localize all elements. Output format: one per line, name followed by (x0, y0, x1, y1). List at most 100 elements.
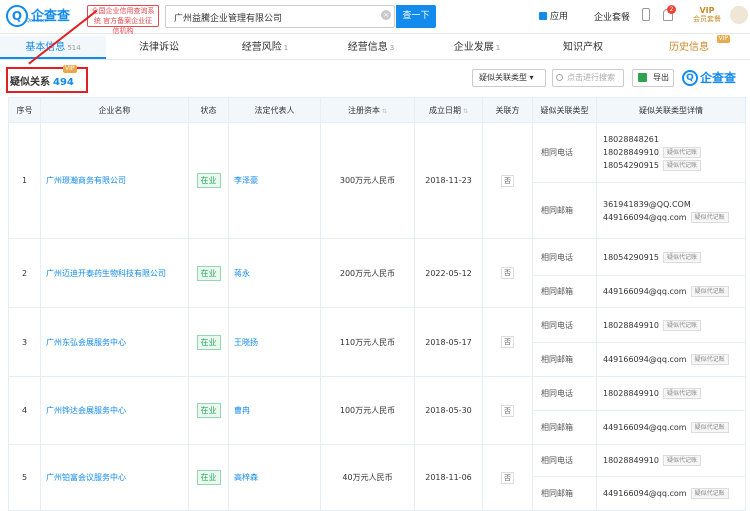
company-link[interactable]: 广州东弘会展服务中心 (40, 307, 189, 377)
tab-count: 1 (283, 44, 289, 52)
legal-rep-link[interactable]: 曹冉 (228, 376, 321, 445)
relations-table: 序号 企业名称 状态 法定代表人 注册资本 ⇅ 成立日期 ⇅ 关联方 疑似关联类型 … (8, 97, 746, 511)
tab-label: 企业发展 (453, 42, 494, 53)
cell-date: 2018-11-06 (414, 444, 483, 511)
legal-rep-link[interactable]: 蒋永 (228, 238, 321, 308)
accounting-agent-tag: 疑似代记账 (663, 455, 702, 466)
detail-value: 18028848261 (603, 135, 659, 144)
cell-status: 在业 (188, 376, 229, 445)
col-status: 状态 (188, 97, 229, 123)
detail-item: 18054290915 疑似代记账 (603, 159, 739, 172)
col-no: 序号 (8, 97, 41, 123)
tab-label: 经营风险 (241, 42, 282, 53)
legal-rep-link[interactable]: 高梓森 (228, 444, 321, 511)
detail-item: 449166094@qq.com 疑似代记账 (603, 487, 739, 500)
tab-label: 经营信息 (347, 42, 388, 53)
detail-item: 18028848261 (603, 133, 739, 146)
tab-history[interactable]: 历史信息 VIP (636, 35, 742, 59)
accounting-agent-tag: 疑似代记账 (690, 286, 729, 297)
detail-value: 449166094@qq.com (603, 423, 687, 432)
detail-item: 18054290915 疑似代记账 (603, 251, 739, 264)
notification-badge: 2 (667, 5, 676, 14)
company-link[interactable]: 广州迈迪开泰药生物科技有限公司 (40, 238, 189, 308)
grid-icon (539, 11, 547, 20)
company-link[interactable]: 广州铧达会展服务中心 (40, 376, 189, 445)
sort-icon[interactable]: ⇅ (463, 108, 468, 115)
cell-rel-detail: 18028849910 疑似代记账 (596, 376, 746, 411)
vip-sub: 会员套餐 (693, 15, 721, 23)
enterprise-package-link[interactable]: 企业套餐 (594, 10, 630, 23)
vip-button[interactable]: VIP 会员套餐 (690, 6, 724, 28)
relation-type-filter[interactable]: 疑似关联类型 ▾ (472, 69, 546, 87)
detail-value: 361941839@QQ.COM (603, 199, 691, 209)
detail-item: 18028849910 疑似代记账 (603, 146, 739, 159)
cell-date: 2018-05-17 (414, 307, 483, 377)
col-rel-detail: 疑似关联类型详情 (596, 97, 746, 123)
detail-item: 18028849910 疑似代记账 (603, 387, 739, 400)
col-label: 成立日期 (428, 105, 461, 115)
cell-capital: 300万元人民币 (320, 122, 415, 239)
status-badge: 在业 (196, 334, 221, 350)
related-badge: 否 (501, 267, 514, 279)
tab-risk[interactable]: 经营风险 1 (212, 36, 318, 59)
apps-menu[interactable]: 应用 (539, 9, 568, 22)
table-header-row: 序号 企业名称 状态 法定代表人 注册资本 ⇅ 成立日期 ⇅ 关联方 疑似关联类型 … (8, 97, 746, 123)
search-button[interactable]: 查一下 (396, 5, 436, 28)
cell-no: 2 (8, 238, 41, 308)
legal-rep-link[interactable]: 李泽豪 (228, 122, 321, 239)
logo-subtitle: Qcc.com (26, 18, 48, 24)
top-bar: Q 企查查 Qcc.com 全国企业信用查询系统 官方备案企业征信机构 广州益騰… (0, 0, 750, 35)
sort-icon[interactable]: ⇅ (382, 108, 387, 115)
detail-value: 18054290915 (603, 161, 659, 170)
tab-label: 历史信息 (669, 42, 709, 53)
detail-value: 449166094@qq.com (603, 212, 687, 222)
detail-value: 18054290915 (603, 252, 659, 262)
detail-value: 18028849910 (603, 320, 659, 330)
cell-related: 否 (482, 307, 533, 377)
avatar[interactable] (730, 6, 748, 24)
logo-icon: Q (682, 69, 698, 86)
company-link[interactable]: 广州铂富会议服务中心 (40, 444, 189, 511)
table-row: 1 广州璟瀚商务有限公司 在业 李泽豪 300万元人民币 2018-11-23 否 相同电话 1… (8, 122, 746, 239)
company-link[interactable]: 广州璟瀚商务有限公司 (40, 122, 189, 239)
section-count: 494 (53, 77, 74, 88)
detail-item: 449166094@qq.com 疑似代记账 (603, 211, 739, 224)
status-badge: 在业 (196, 265, 221, 281)
col-date: 成立日期 ⇅ (414, 97, 483, 123)
cell-rel-detail: 449166094@qq.com 疑似代记账 (596, 275, 746, 308)
tab-count: 1 (495, 44, 501, 52)
accounting-agent-tag: 疑似代记账 (690, 422, 729, 433)
detail-item: 18028849910 疑似代记账 (603, 319, 739, 332)
tab-ip[interactable]: 知识产权 (530, 36, 636, 59)
cell-status: 在业 (188, 238, 229, 308)
detail-value: 18028849910 (603, 389, 659, 398)
tab-legal[interactable]: 法律诉讼 (106, 36, 212, 59)
clear-icon[interactable]: × (381, 10, 391, 20)
table-row: 5 广州铂富会议服务中心 在业 高梓森 40万元人民币 2018-11-06 否 相同电话 18… (8, 444, 746, 511)
tab-basic-info[interactable]: 基本信息 514 (0, 36, 106, 59)
table-row: 2 广州迈迪开泰药生物科技有限公司 在业 蒋永 200万元人民币 2022-05-12 否相… (8, 238, 746, 308)
logo-icon: Q (6, 5, 28, 27)
filter-label: 疑似关联类型 (479, 73, 527, 82)
brand-text: 企查查 (700, 71, 737, 85)
section-title-text: 疑似关系 (10, 77, 50, 88)
col-legal: 法定代表人 (228, 97, 321, 123)
cell-date: 2022-05-12 (414, 238, 483, 308)
section-title: 疑似关系 494 (10, 73, 74, 88)
phone-icon[interactable] (642, 8, 650, 21)
tab-development[interactable]: 企业发展 1 (424, 36, 530, 59)
tab-operations[interactable]: 经营信息 3 (318, 36, 424, 59)
cell-no: 5 (8, 444, 41, 511)
cell-status: 在业 (188, 444, 229, 511)
legal-rep-link[interactable]: 王晓扬 (228, 307, 321, 377)
excel-icon (638, 73, 647, 82)
cell-rel-detail: 18028848261 18028849910 疑似代记账 18054290915 疑似… (596, 122, 746, 183)
cell-rel-detail: 449166094@qq.com 疑似代记账 (596, 410, 746, 445)
status-badge: 在业 (196, 470, 221, 485)
vip-tag: VIP (716, 35, 730, 43)
search-icon (556, 74, 563, 81)
apps-label: 应用 (550, 12, 569, 22)
cell-rel-type: 相同电话 (532, 376, 597, 411)
search-input[interactable]: 广州益騰企业管理有限公司 (165, 5, 395, 28)
related-badge: 否 (501, 471, 514, 484)
